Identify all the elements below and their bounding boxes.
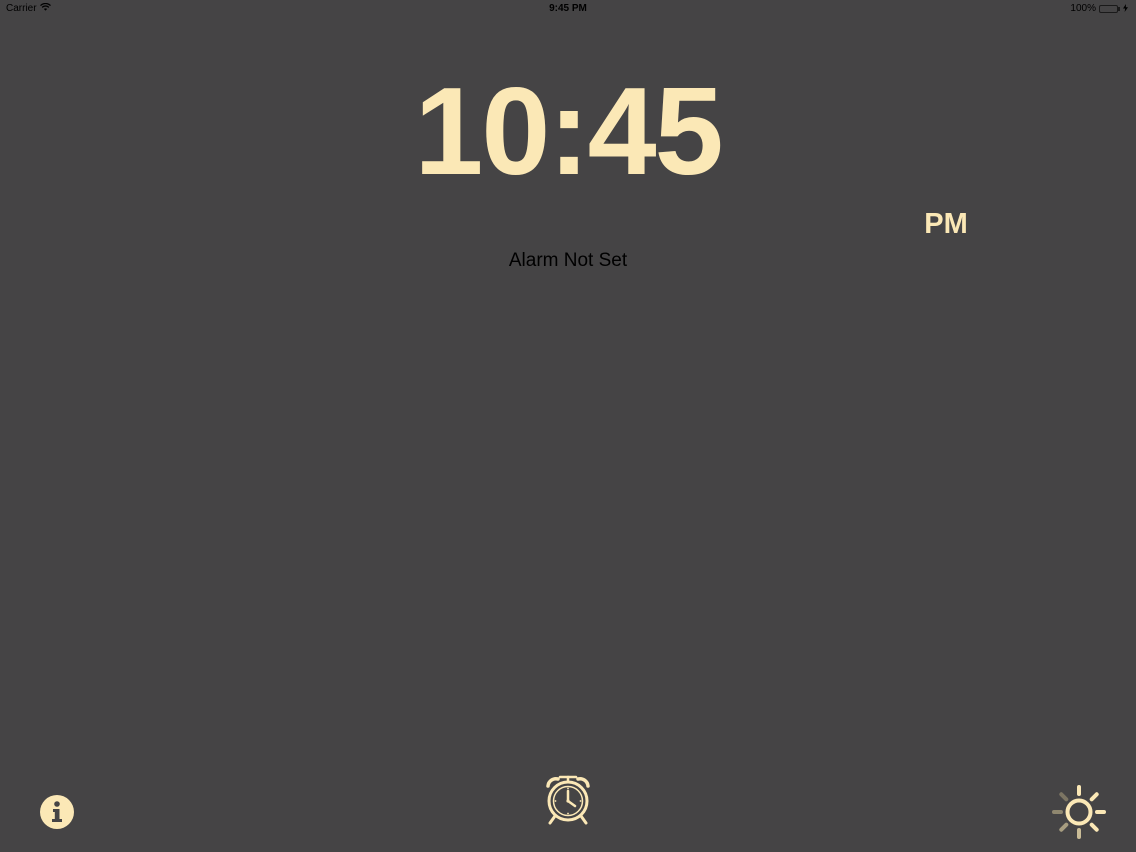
- battery-percent: 100%: [1070, 3, 1096, 14]
- brightness-button[interactable]: [1050, 783, 1108, 841]
- info-icon: [40, 795, 74, 829]
- alarm-status-label: Alarm Not Set: [508, 250, 628, 271]
- status-bar: Carrier 9:45 PM 100%: [0, 0, 1136, 18]
- am-pm-label: PM: [924, 208, 968, 240]
- alarm-clock-icon: [546, 775, 590, 825]
- sun-icon: [1052, 785, 1106, 839]
- charging-icon: [1123, 3, 1128, 14]
- clock-screen: Carrier 9:45 PM 100% 10:45 PM Alarm Not …: [0, 0, 1136, 852]
- status-time: 9:45 PM: [549, 3, 587, 14]
- alarm-button[interactable]: [542, 772, 594, 826]
- clock-time: 10:45: [414, 63, 723, 201]
- battery-icon: [1099, 4, 1120, 13]
- info-button[interactable]: [39, 794, 75, 830]
- status-right: 100%: [1070, 3, 1128, 14]
